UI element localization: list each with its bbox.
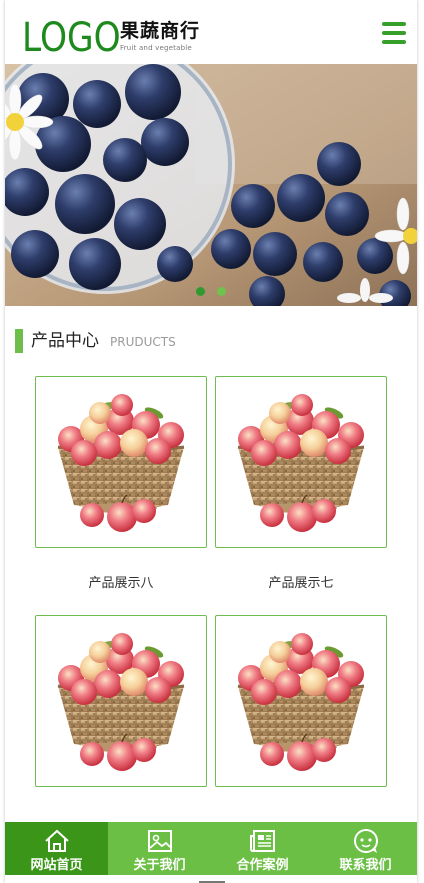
header: LOGO 果蔬商行 Fruit and vegetable	[5, 0, 417, 64]
apple-basket-image	[216, 377, 386, 547]
nav-home[interactable]: 网站首页	[5, 822, 108, 875]
logo[interactable]: LOGO	[22, 18, 121, 58]
apple-basket-image	[36, 616, 206, 786]
image-icon	[147, 830, 172, 852]
product-name[interactable]: 产品展示八	[35, 576, 207, 592]
product-image[interactable]	[215, 615, 387, 787]
carousel-dots	[5, 287, 417, 296]
product-card[interactable]: 产品展示七	[215, 376, 387, 592]
banner-carousel[interactable]	[5, 64, 417, 306]
section-subtitle: PRUDUCTS	[110, 335, 176, 349]
carousel-dot-1[interactable]	[196, 287, 205, 296]
nav-home-label: 网站首页	[30, 858, 83, 873]
product-grid: 产品展示八 产品展示七	[5, 376, 417, 816]
product-card[interactable]: 产品展示八	[35, 376, 207, 592]
section-header: 产品中心 PRUDUCTS	[5, 306, 417, 376]
chat-icon	[353, 829, 378, 853]
product-name[interactable]: 产品展示七	[215, 576, 387, 592]
product-image[interactable]	[35, 615, 207, 787]
carousel-dot-2[interactable]	[217, 287, 226, 296]
banner-image	[5, 64, 417, 306]
section-accent-bar	[15, 329, 23, 353]
bottom-navigation: 网站首页 关于我们 合作案例 联系我们	[5, 822, 417, 875]
product-card[interactable]	[215, 615, 387, 787]
hamburger-icon	[382, 22, 406, 26]
nav-contact[interactable]: 联系我们	[314, 822, 417, 875]
section-title: 产品中心	[31, 331, 99, 351]
brand: 果蔬商行 Fruit and vegetable	[120, 20, 200, 53]
page: LOGO 果蔬商行 Fruit and vegetable 产品中心 PRUDU…	[5, 0, 417, 883]
apple-basket-image	[216, 616, 386, 786]
nav-cases-label: 合作案例	[236, 858, 289, 873]
nav-about[interactable]: 关于我们	[108, 822, 211, 875]
hamburger-line	[382, 31, 406, 35]
product-image[interactable]	[215, 376, 387, 548]
nav-contact-label: 联系我们	[339, 858, 392, 873]
brand-tagline: Fruit and vegetable	[120, 44, 192, 52]
nav-about-label: 关于我们	[133, 858, 186, 873]
nav-cases[interactable]: 合作案例	[211, 822, 314, 875]
hamburger-line	[382, 40, 406, 44]
apple-basket-image	[36, 377, 206, 547]
brand-name: 果蔬商行	[120, 20, 201, 42]
product-card[interactable]	[35, 615, 207, 787]
newspaper-icon	[249, 830, 275, 852]
product-image[interactable]	[35, 376, 207, 548]
home-icon	[44, 829, 69, 852]
menu-button[interactable]	[382, 22, 406, 46]
